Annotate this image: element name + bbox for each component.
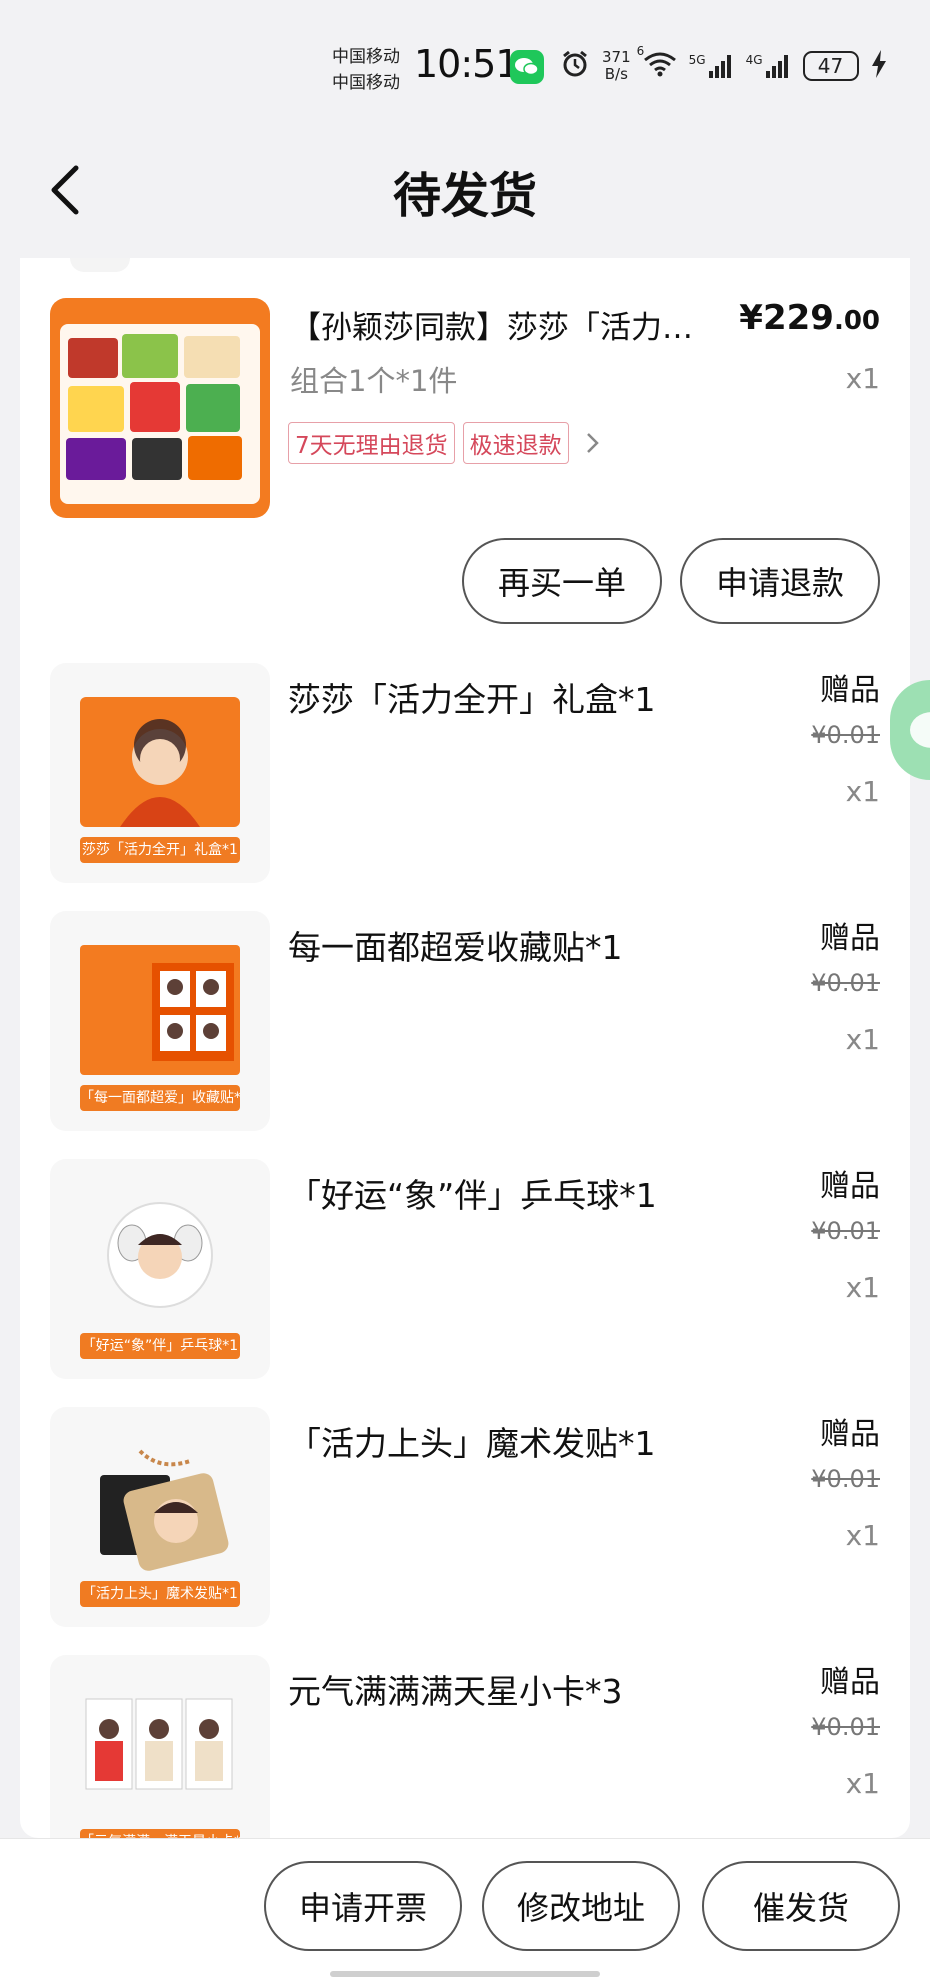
main-product-item[interactable]: 【孙颖莎同款】莎莎「活力全开」 ¥229.00 组合1个*1件 x1 7天无理由… [20,258,910,528]
gift-item[interactable]: 莎莎「活力全开」礼盒*1 莎莎「活力全开」礼盒*1 赠品 ¥0.01 x1 [20,653,910,899]
gift-image[interactable]: 「元气满满」满天星小卡*3 [50,1655,270,1838]
wifi-badge: 6 [636,44,645,58]
edit-address-button[interactable]: 修改地址 [482,1861,680,1951]
pack-shape [122,334,178,378]
wechat-notification-icon [510,50,544,84]
invoice-button[interactable]: 申请开票 [264,1861,462,1951]
gift-qty: x1 [845,1271,880,1304]
gift-item[interactable]: 「活力上头」魔术发贴*1 「活力上头」魔术发贴*1 赠品 ¥0.01 x1 [20,1397,910,1643]
gift-item[interactable]: 「元气满满」满天星小卡*3 元气满满满天星小卡*3 赠品 ¥0.01 x1 [20,1645,910,1838]
gift-image[interactable]: 「每一面都超爱」收藏贴*1 [50,911,270,1131]
main-product-qty: x1 [845,362,880,395]
gift-caption: 莎莎「活力全开」礼盒*1 [80,837,240,863]
net-speed-unit: B/s [604,65,628,83]
main-product-image[interactable] [50,298,270,518]
signal-2: 4G [746,53,791,79]
pingpong-ball-art [80,1193,240,1323]
price-integer: ¥229 [739,298,834,338]
network-type-1: 5G [688,53,706,67]
carrier-2: 中国移动 [332,73,400,93]
pack-shape [188,436,242,480]
gift-qty: x1 [845,1023,880,1056]
price-decimal: .00 [833,306,880,336]
status-icons: 371 B/s 6 5G 4G 47 [560,44,887,86]
gift-price: ¥0.01 [811,1217,880,1245]
pack-shape [184,336,240,378]
net-speed: 371 B/s [602,49,631,83]
signal-1: 5G [689,53,734,79]
pack-shape [66,438,126,480]
gift-label: 赠品 [820,1169,880,1204]
gift-image[interactable]: 莎莎「活力全开」礼盒*1 [50,663,270,883]
gift-qty: x1 [845,775,880,808]
order-card: 【孙颖莎同款】莎莎「活力全开」 ¥229.00 组合1个*1件 x1 7天无理由… [20,258,910,1838]
gift-name[interactable]: 莎莎「活力全开」礼盒*1 [288,673,656,721]
gift-label: 赠品 [820,921,880,956]
star-cards-art [80,1689,240,1819]
hair-clip-art [80,1441,240,1571]
service-tags[interactable]: 7天无理由退货 极速退款 [288,422,601,464]
gift-image[interactable]: 「好运“象”伴」乒乓球*1 [50,1159,270,1379]
pack-shape [130,382,180,432]
gift-caption: 「活力上头」魔术发贴*1 [80,1581,240,1607]
main-product-price: ¥229.00 [739,298,880,338]
status-bar: 中国移动 中国移动 10:51 371 B/s 6 5G 4G 47 [0,0,930,130]
gift-item[interactable]: 「好运“象”伴」乒乓球*1 「好运“象”伴」乒乓球*1 赠品 ¥0.01 x1 [20,1149,910,1395]
gift-label: 赠品 [820,1665,880,1700]
main-product-spec: 组合1个*1件 [290,364,458,398]
gift-price: ¥0.01 [811,721,880,749]
bottom-action-bar: 申请开票 修改地址 催发货 [0,1838,930,1985]
gift-price: ¥0.01 [811,1713,880,1741]
gesture-bar [330,1971,600,1977]
pack-shape [186,384,240,432]
pack-shape [68,338,118,378]
pack-shape [68,386,124,432]
net-speed-value: 371 [602,48,631,66]
gift-label: 赠品 [820,673,880,708]
gift-name[interactable]: 每一面都超爱收藏贴*1 [288,921,623,969]
pack-shape [132,438,182,480]
network-type-2: 4G [745,53,763,67]
chevron-right-icon[interactable] [585,431,601,455]
rebuy-button[interactable]: 再买一单 [462,538,662,624]
gift-qty: x1 [845,1767,880,1800]
gift-image[interactable]: 「活力上头」魔术发贴*1 [50,1407,270,1627]
gift-name[interactable]: 元气满满满天星小卡*3 [288,1665,623,1713]
gift-box-art [80,697,240,827]
gift-label: 赠品 [820,1417,880,1452]
sticker-book-art [80,945,240,1075]
tag-fast-refund[interactable]: 极速退款 [462,422,569,464]
customer-service-icon[interactable] [890,680,930,780]
clock: 10:51 [414,42,520,86]
gift-price: ¥0.01 [811,969,880,997]
alarm-icon [560,49,590,83]
nav-bar: 待发货 [0,130,930,250]
product-image-inner [60,324,260,504]
gift-name[interactable]: 「好运“象”伴」乒乓球*1 [288,1169,657,1217]
refund-button[interactable]: 申请退款 [680,538,880,624]
charging-icon [871,50,887,82]
page-title: 待发货 [392,168,537,224]
gift-caption: 「好运“象”伴」乒乓球*1 [80,1333,240,1359]
gift-caption: 「元气满满」满天星小卡*3 [80,1829,240,1838]
urge-shipping-button[interactable]: 催发货 [702,1861,900,1951]
gift-name[interactable]: 「活力上头」魔术发贴*1 [288,1417,656,1465]
carrier-labels: 中国移动 中国移动 [332,44,400,96]
gift-price: ¥0.01 [811,1465,880,1493]
gift-qty: x1 [845,1519,880,1552]
main-product-name[interactable]: 【孙颖莎同款】莎莎「活力全开」 [290,302,720,347]
battery-indicator: 47 [802,51,859,81]
gift-caption: 「每一面都超爱」收藏贴*1 [80,1085,240,1111]
tag-7day-return[interactable]: 7天无理由退货 [288,422,455,464]
wifi-icon: 6 [637,44,677,82]
carrier-1: 中国移动 [332,47,400,67]
gift-item[interactable]: 「每一面都超爱」收藏贴*1 每一面都超爱收藏贴*1 赠品 ¥0.01 x1 [20,901,910,1147]
